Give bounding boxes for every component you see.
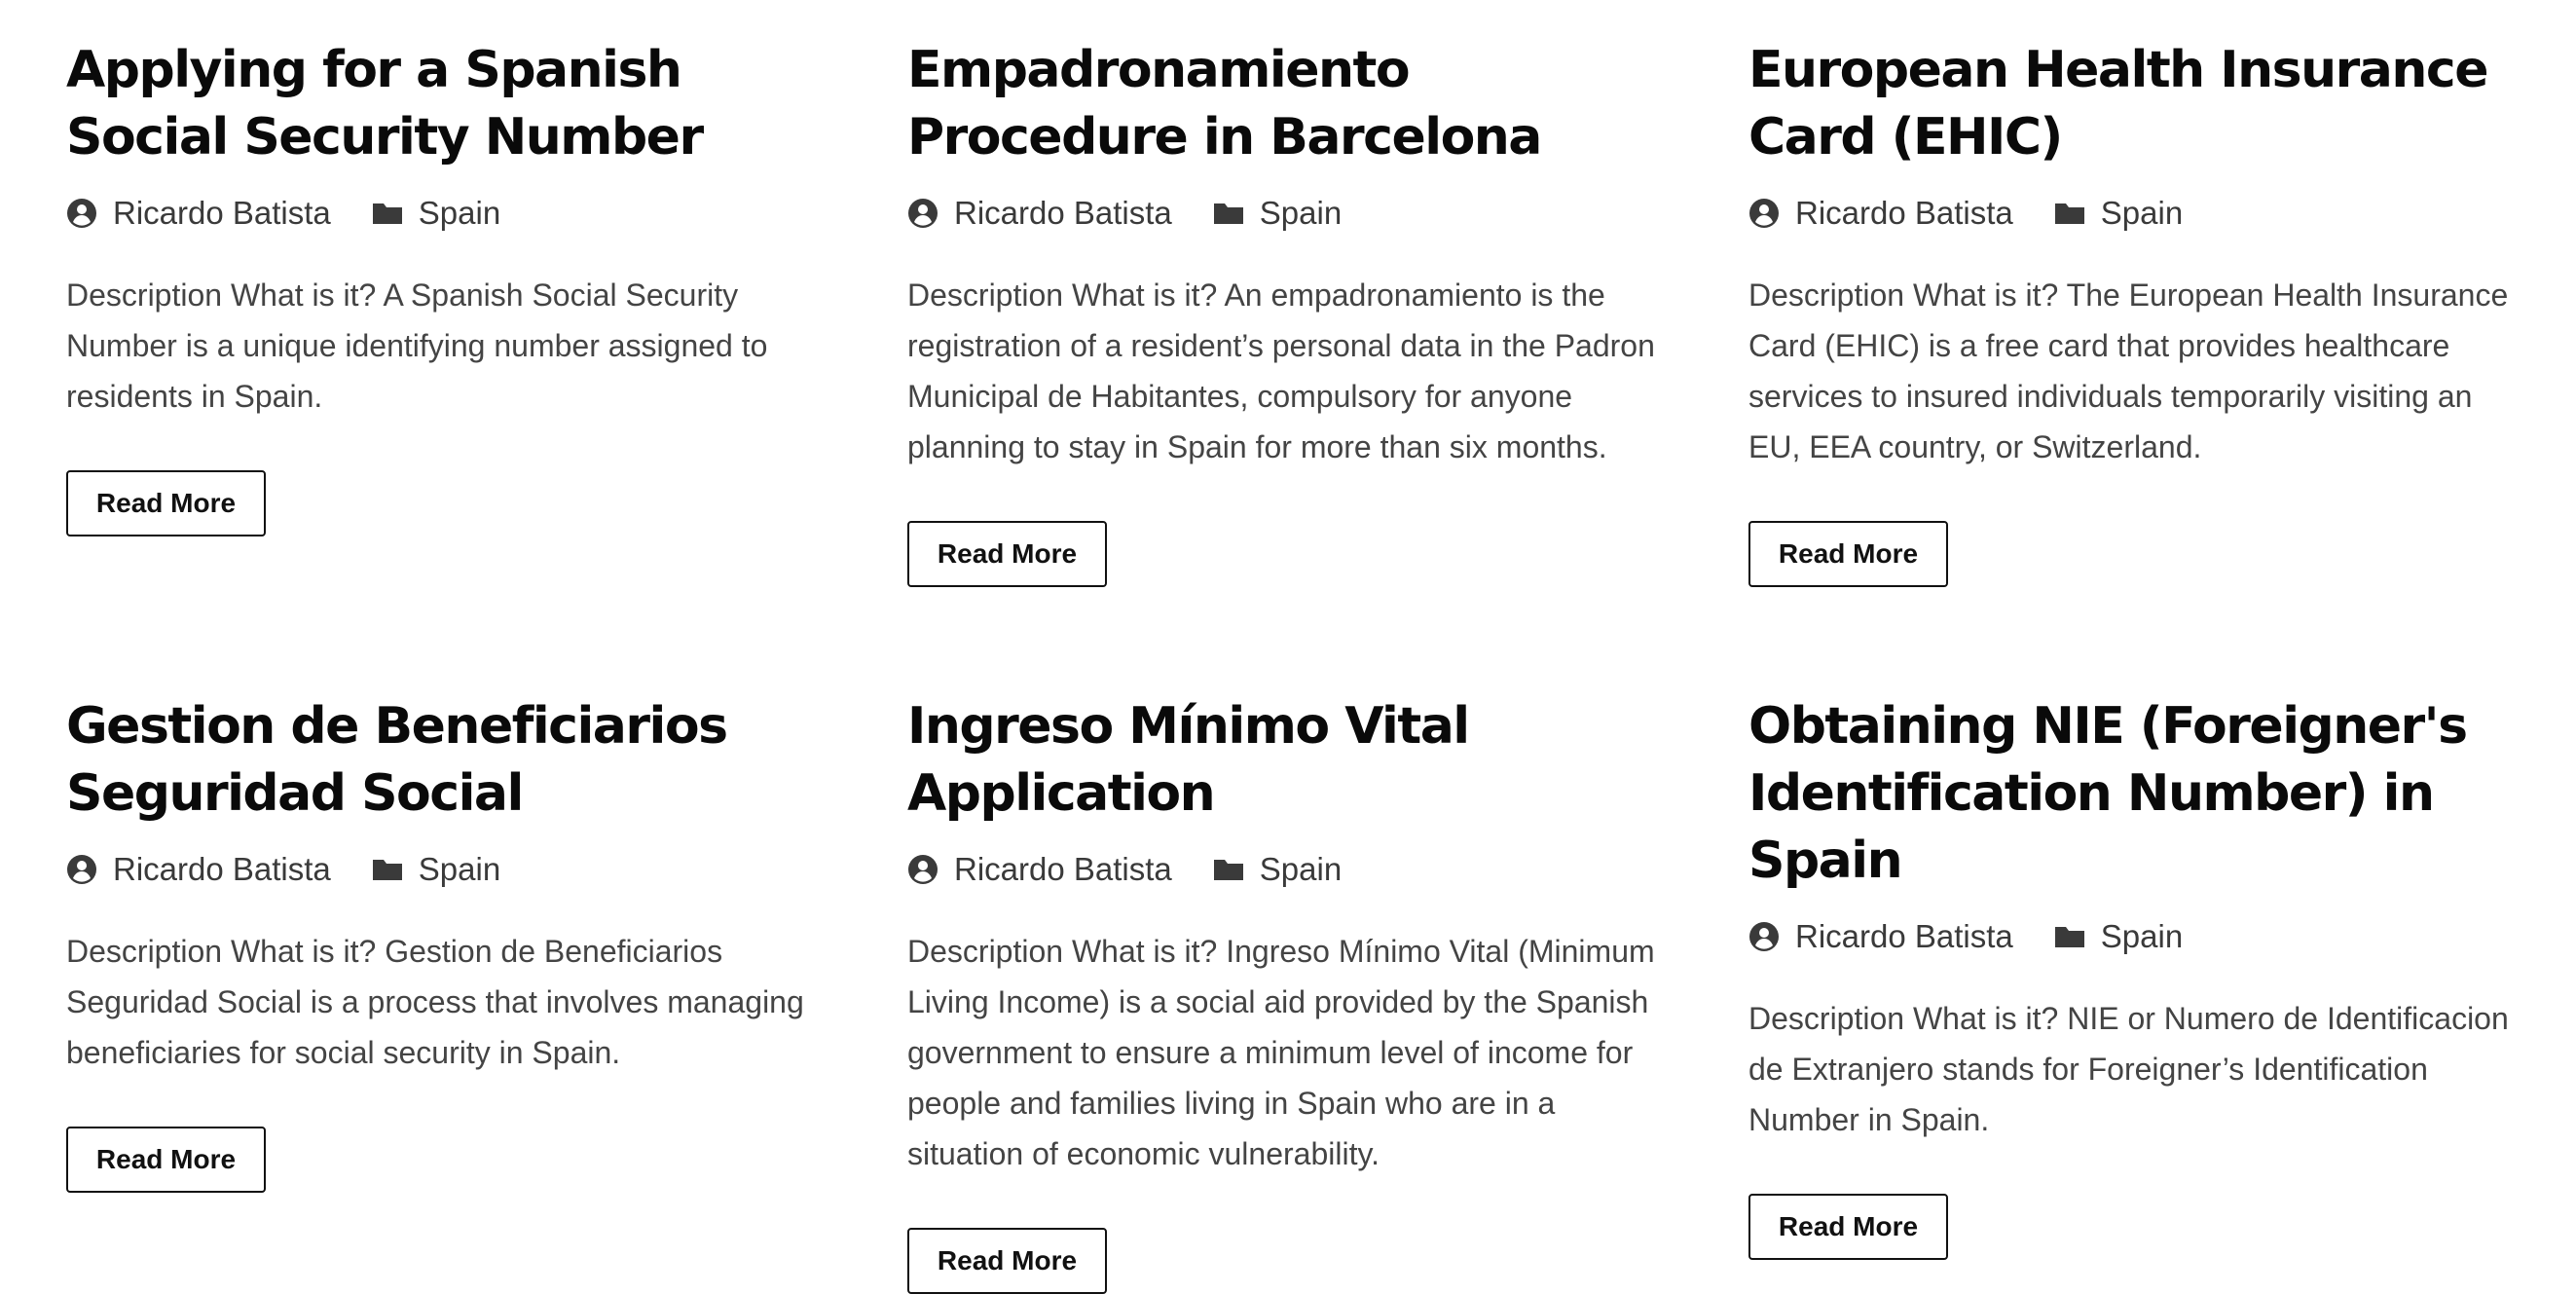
post-title[interactable]: Gestion de Beneficiarios Seguridad Socia… xyxy=(66,693,835,828)
post-category[interactable]: Spain xyxy=(2101,918,2183,955)
post-category[interactable]: Spain xyxy=(2101,195,2183,232)
post-category[interactable]: Spain xyxy=(1260,851,1342,888)
post-category[interactable]: Spain xyxy=(419,195,500,232)
post-meta: Ricardo Batista Spain xyxy=(66,846,835,893)
post-author[interactable]: Ricardo Batista xyxy=(113,851,331,888)
post-meta: Ricardo Batista Spain xyxy=(1748,913,2518,960)
post-title[interactable]: Empadronamiento Procedure in Barcelona xyxy=(907,37,1676,171)
post-title[interactable]: Ingreso Mínimo Vital Application xyxy=(907,693,1676,828)
post-description: Description What is it? A Spanish Social… xyxy=(66,277,768,414)
post-description: Description What is it? Ingreso Mínimo V… xyxy=(907,934,1655,1171)
post-meta: Ricardo Batista Spain xyxy=(907,846,1676,893)
user-circle-icon xyxy=(907,854,938,885)
folder-icon xyxy=(372,854,403,885)
post-description: Description What is it? NIE or Numero de… xyxy=(1748,1001,2509,1137)
post-author[interactable]: Ricardo Batista xyxy=(1795,918,2013,955)
post-category[interactable]: Spain xyxy=(419,851,500,888)
post-card: European Health Insurance Card (EHIC) Ri… xyxy=(1748,37,2518,587)
post-author[interactable]: Ricardo Batista xyxy=(1795,195,2013,232)
folder-icon xyxy=(2054,198,2085,229)
post-grid: Applying for a Spanish Social Security N… xyxy=(66,0,2520,1294)
folder-icon xyxy=(1213,854,1244,885)
post-category[interactable]: Spain xyxy=(1260,195,1342,232)
post-title[interactable]: Applying for a Spanish Social Security N… xyxy=(66,37,835,171)
user-circle-icon xyxy=(1748,198,1780,229)
post-description: Description What is it? An empadronamien… xyxy=(907,277,1655,464)
read-more-button[interactable]: Read More xyxy=(907,1228,1107,1294)
post-description: Description What is it? The European Hea… xyxy=(1748,277,2509,464)
user-circle-icon xyxy=(1748,921,1780,952)
read-more-button[interactable]: Read More xyxy=(1748,521,1948,587)
post-meta: Ricardo Batista Spain xyxy=(66,190,835,237)
post-author[interactable]: Ricardo Batista xyxy=(954,851,1172,888)
post-meta: Ricardo Batista Spain xyxy=(1748,190,2518,237)
post-card: Gestion de Beneficiarios Seguridad Socia… xyxy=(66,693,835,1193)
user-circle-icon xyxy=(66,198,97,229)
post-author[interactable]: Ricardo Batista xyxy=(113,195,331,232)
folder-icon xyxy=(1213,198,1244,229)
post-card: Empadronamiento Procedure in Barcelona R… xyxy=(907,37,1676,587)
user-circle-icon xyxy=(907,198,938,229)
user-circle-icon xyxy=(66,854,97,885)
post-card: Ingreso Mínimo Vital Application Ricardo… xyxy=(907,693,1676,1294)
post-author[interactable]: Ricardo Batista xyxy=(954,195,1172,232)
read-more-button[interactable]: Read More xyxy=(907,521,1107,587)
folder-icon xyxy=(372,198,403,229)
post-meta: Ricardo Batista Spain xyxy=(907,190,1676,237)
read-more-button[interactable]: Read More xyxy=(66,1127,266,1193)
post-title[interactable]: Obtaining NIE (Foreigner's Identificatio… xyxy=(1748,693,2518,895)
post-card: Applying for a Spanish Social Security N… xyxy=(66,37,835,536)
post-title[interactable]: European Health Insurance Card (EHIC) xyxy=(1748,37,2518,171)
read-more-button[interactable]: Read More xyxy=(66,470,266,536)
post-description: Description What is it? Gestion de Benef… xyxy=(66,934,804,1070)
folder-icon xyxy=(2054,921,2085,952)
post-card: Obtaining NIE (Foreigner's Identificatio… xyxy=(1748,693,2518,1260)
read-more-button[interactable]: Read More xyxy=(1748,1194,1948,1260)
